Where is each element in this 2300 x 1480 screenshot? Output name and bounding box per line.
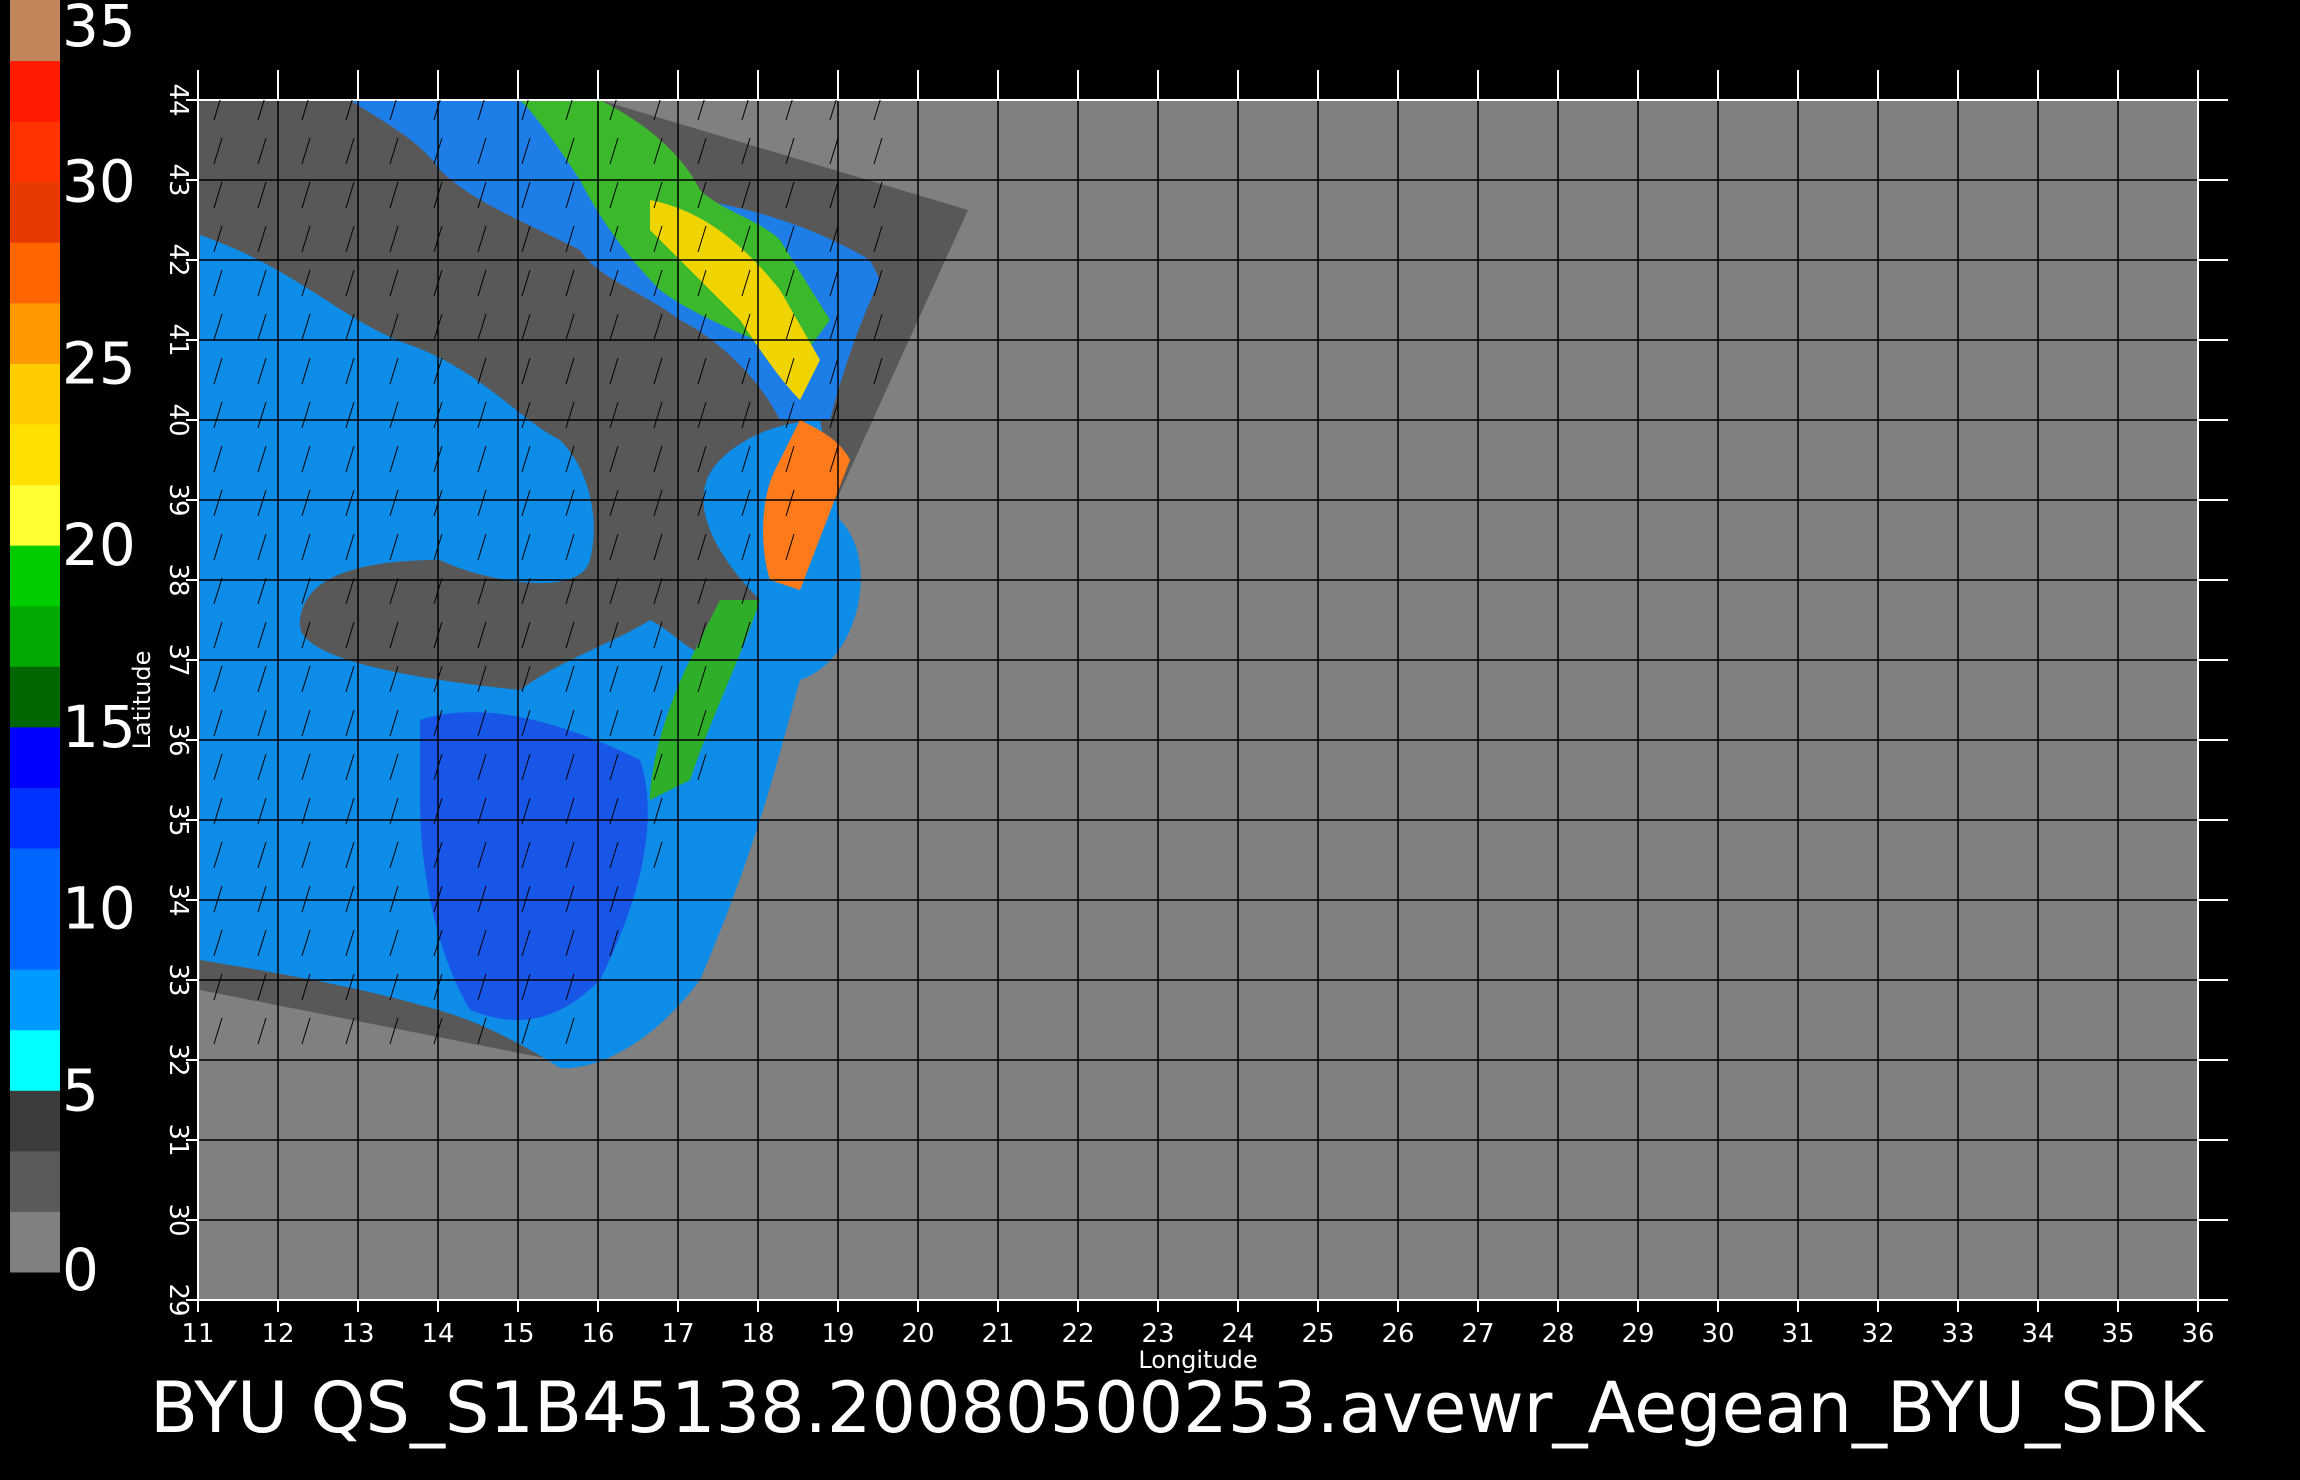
y-tick-label: 43 bbox=[163, 163, 193, 196]
file-title: BYU QS_S1B45138.20080500253.avewr_Aegean… bbox=[150, 1367, 2206, 1449]
colorbar-segment bbox=[10, 545, 60, 607]
x-tick-label: 11 bbox=[181, 1319, 214, 1349]
colorbar-segment bbox=[10, 1090, 60, 1152]
y-tick-label: 34 bbox=[163, 883, 193, 916]
colorbar-label: 15 bbox=[62, 693, 136, 761]
colorbar-segment bbox=[10, 1029, 60, 1091]
colorbar-segment bbox=[10, 0, 60, 62]
x-tick-label: 18 bbox=[741, 1319, 774, 1349]
y-tick-label: 37 bbox=[163, 643, 193, 676]
colorbar-segment bbox=[10, 726, 60, 788]
colorbar-segment bbox=[10, 302, 60, 364]
colorbar-label: 25 bbox=[62, 329, 136, 397]
x-tick-label: 25 bbox=[1301, 1319, 1334, 1349]
colorbar-segment bbox=[10, 181, 60, 243]
x-tick-label: 12 bbox=[261, 1319, 294, 1349]
x-tick-label: 27 bbox=[1461, 1319, 1494, 1349]
colorbar-segment bbox=[10, 666, 60, 728]
colorbar-segment bbox=[10, 787, 60, 849]
colorbar-label: 20 bbox=[62, 511, 136, 579]
x-tick-label: 24 bbox=[1221, 1319, 1254, 1349]
x-tick-label: 20 bbox=[901, 1319, 934, 1349]
y-tick-label: 40 bbox=[163, 403, 193, 436]
y-tick-label: 42 bbox=[163, 243, 193, 276]
colorbar-label: 35 bbox=[62, 0, 136, 60]
x-tick-label: 31 bbox=[1781, 1319, 1814, 1349]
x-tick-label: 19 bbox=[821, 1319, 854, 1349]
wind-map: 11 12 13 14 15 16 17 18 19 20 21 22 23 24 25 26 27 28 29 30… bbox=[10, 0, 2228, 1449]
colorbar-label: 0 bbox=[62, 1236, 99, 1304]
colorbar-segment bbox=[10, 848, 60, 910]
x-tick-label: 21 bbox=[981, 1319, 1014, 1349]
y-tick-label: 35 bbox=[163, 803, 193, 836]
colorbar-segment bbox=[10, 969, 60, 1031]
colorbar-segment bbox=[10, 1211, 60, 1273]
y-tick-label: 32 bbox=[163, 1043, 193, 1076]
colorbar-segment bbox=[10, 908, 60, 970]
x-tick-label: 23 bbox=[1141, 1319, 1174, 1349]
x-tick-label: 34 bbox=[2021, 1319, 2054, 1349]
x-tick-label: 32 bbox=[1861, 1319, 1894, 1349]
y-tick-label: 29 bbox=[163, 1283, 193, 1316]
y-tick-label: 41 bbox=[163, 323, 193, 356]
x-tick-label: 29 bbox=[1621, 1319, 1654, 1349]
y-tick-label: 33 bbox=[163, 963, 193, 996]
colorbar-label: 10 bbox=[62, 875, 136, 943]
x-tick-label: 22 bbox=[1061, 1319, 1094, 1349]
y-tick-label: 38 bbox=[163, 563, 193, 596]
y-tick-label: 44 bbox=[163, 83, 193, 116]
colorbar-label: 30 bbox=[62, 148, 136, 216]
colorbar-segment bbox=[10, 424, 60, 486]
y-tick-label: 31 bbox=[163, 1123, 193, 1156]
y-tick-label: 30 bbox=[163, 1203, 193, 1236]
y-tick-label: 36 bbox=[163, 723, 193, 756]
colorbar-segment bbox=[10, 1150, 60, 1212]
x-tick-label: 36 bbox=[2181, 1319, 2214, 1349]
colorbar-segment bbox=[10, 121, 60, 183]
x-tick-label: 26 bbox=[1381, 1319, 1414, 1349]
y-tick-label: 39 bbox=[163, 483, 193, 516]
x-tick-label: 13 bbox=[341, 1319, 374, 1349]
colorbar-label: 5 bbox=[62, 1056, 99, 1124]
x-tick-label: 35 bbox=[2101, 1319, 2134, 1349]
colorbar-segment bbox=[10, 484, 60, 546]
x-tick-label: 14 bbox=[421, 1319, 454, 1349]
colorbar-segment bbox=[10, 60, 60, 122]
wind-speed-colorbar bbox=[10, 0, 60, 1273]
colorbar-segment bbox=[10, 605, 60, 667]
colorbar-labels: 35 30 25 20 15 10 5 0 bbox=[62, 0, 136, 1304]
x-tick-label: 15 bbox=[501, 1319, 534, 1349]
x-tick-label: 17 bbox=[661, 1319, 694, 1349]
colorbar-segment bbox=[10, 242, 60, 304]
colorbar-segment bbox=[10, 363, 60, 425]
x-tick-label: 33 bbox=[1941, 1319, 1974, 1349]
x-tick-label: 28 bbox=[1541, 1319, 1574, 1349]
x-tick-label: 16 bbox=[581, 1319, 614, 1349]
x-tick-label: 30 bbox=[1701, 1319, 1734, 1349]
